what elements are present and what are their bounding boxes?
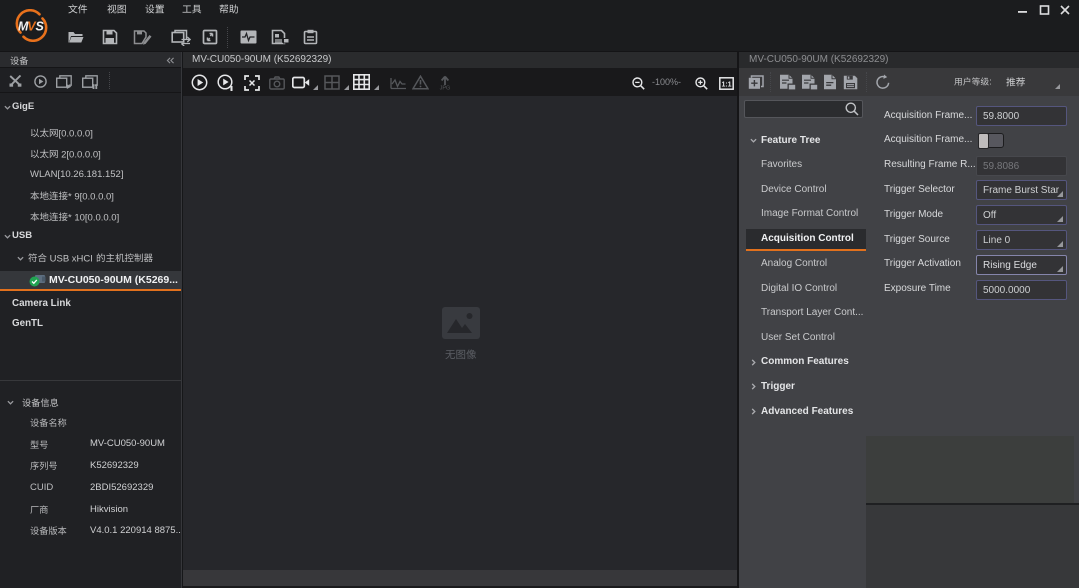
svg-text:JPG: JPG [440, 86, 451, 91]
svg-text:S: S [36, 20, 45, 34]
svg-text:1:1: 1:1 [721, 81, 731, 88]
